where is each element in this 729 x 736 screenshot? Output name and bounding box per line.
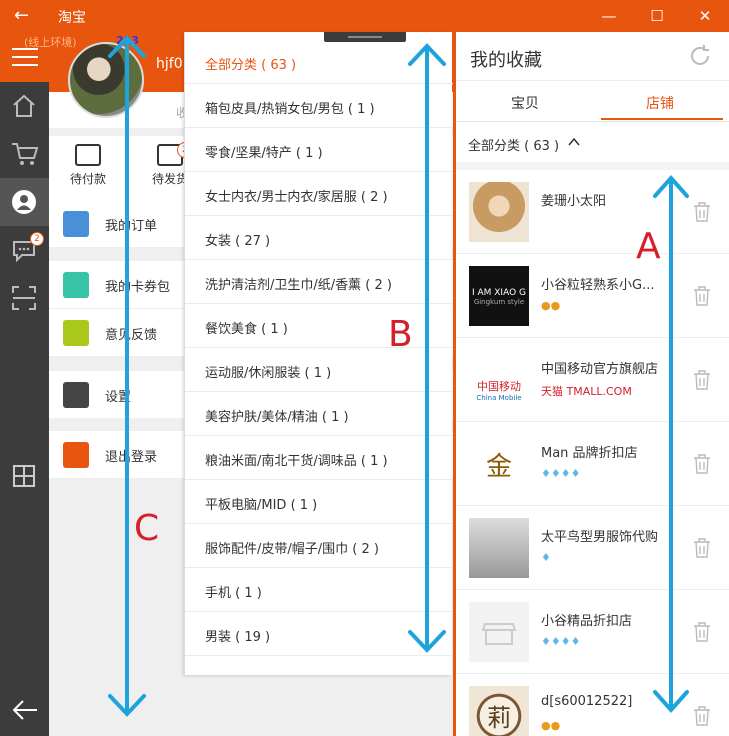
arrow-b (408, 43, 446, 653)
annotation-b: B (388, 314, 413, 355)
annotation-c: C (134, 508, 160, 549)
arrow-c (108, 35, 146, 717)
annotation-a: A (636, 226, 661, 267)
annotation-overlay (108, 35, 689, 717)
